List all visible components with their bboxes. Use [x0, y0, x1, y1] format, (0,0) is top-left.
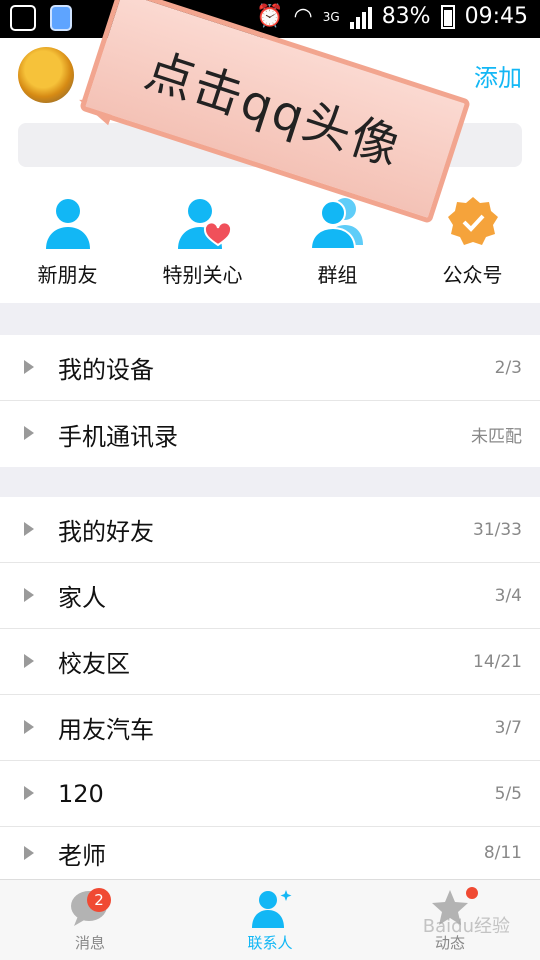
group-count: 未匹配	[471, 426, 522, 447]
list-item[interactable]: 120 5/5	[0, 761, 540, 827]
group-name: 我的好友	[58, 518, 154, 546]
list-item[interactable]: 家人 3/4	[0, 563, 540, 629]
group-name: 校友区	[58, 650, 130, 678]
quick-entry-label: 公众号	[442, 263, 503, 287]
expand-arrow-icon	[24, 720, 34, 734]
group-count: 31/33	[473, 519, 522, 540]
sync-icon	[10, 5, 36, 31]
expand-arrow-icon	[24, 846, 34, 860]
quick-entries: 新朋友 特别关心 群组 公众号	[0, 185, 540, 303]
network-type: 3G	[322, 9, 340, 24]
expand-arrow-icon	[24, 786, 34, 800]
signal-icon	[349, 5, 372, 29]
unread-badge: 2	[87, 888, 111, 912]
friend-group-list: 我的好友 31/33 家人 3/4 校友区 14/21 用友汽车 3/7 120…	[0, 497, 540, 879]
clock: 09:45	[464, 4, 528, 29]
expand-arrow-icon	[24, 360, 34, 374]
add-button[interactable]: 添加	[474, 58, 522, 93]
group-count: 8/11	[483, 843, 522, 863]
expand-arrow-icon	[24, 426, 34, 440]
tab-messages[interactable]: 消息 2	[0, 880, 180, 960]
notification-dot	[466, 887, 478, 899]
tab-contacts[interactable]: 联系人	[180, 880, 360, 960]
list-item[interactable]: 老师 8/11	[0, 827, 540, 879]
quick-entry-label: 特别关心	[162, 263, 243, 287]
expand-arrow-icon	[24, 654, 34, 668]
new-friend-icon	[45, 199, 90, 249]
list-item[interactable]: 我的好友 31/33	[0, 497, 540, 563]
watermark: Baidu经验	[422, 916, 510, 937]
tab-label: 联系人	[247, 934, 293, 952]
tab-label: 消息	[74, 934, 105, 952]
expand-arrow-icon	[24, 588, 34, 602]
group-icon	[309, 198, 363, 250]
group-name: 家人	[58, 584, 106, 612]
group-count: 3/7	[494, 717, 522, 738]
wifi-icon: ◠	[293, 4, 313, 29]
quick-entry-label: 群组	[317, 263, 358, 287]
list-item[interactable]: 用友汽车 3/7	[0, 695, 540, 761]
group-name: 手机通讯录	[58, 422, 178, 451]
expand-arrow-icon	[24, 522, 34, 536]
system-group-list: 我的设备 2/3 手机通讯录 未匹配	[0, 335, 540, 467]
list-item[interactable]: 我的设备 2/3	[0, 335, 540, 401]
special-care-icon	[177, 199, 232, 249]
group-count: 3/4	[494, 585, 522, 606]
battery-percent: 83%	[381, 4, 431, 29]
quick-entry-new-friend[interactable]: 新朋友	[0, 185, 135, 303]
battery-icon	[440, 4, 455, 29]
quick-entry-label: 新朋友	[37, 263, 98, 287]
status-bar: ⏰ ◠ 3G 83% 09:45	[0, 0, 540, 38]
contacts-icon	[252, 890, 292, 928]
group-name: 老师	[58, 841, 106, 870]
group-count: 14/21	[473, 651, 522, 672]
list-item[interactable]: 手机通讯录 未匹配	[0, 401, 540, 467]
group-name: 120	[58, 779, 104, 808]
list-item[interactable]: 校友区 14/21	[0, 629, 540, 695]
group-name: 我的设备	[58, 356, 154, 384]
group-count: 2/3	[494, 357, 522, 378]
quick-entry-special-care[interactable]: 特别关心	[135, 185, 270, 303]
phone-icon	[50, 5, 72, 31]
group-name: 用友汽车	[58, 716, 154, 744]
official-account-icon	[447, 197, 498, 245]
group-count: 5/5	[494, 783, 522, 804]
alarm-icon: ⏰	[256, 4, 284, 29]
